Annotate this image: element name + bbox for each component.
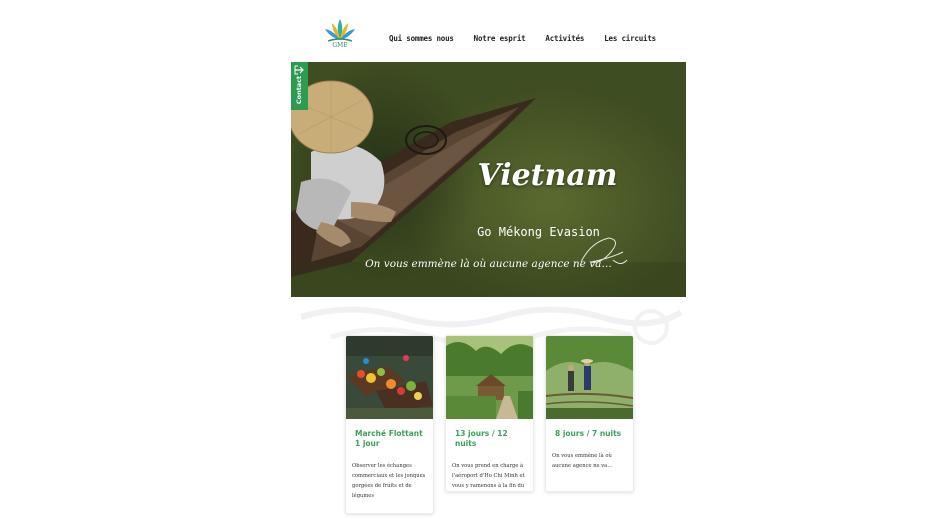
- lotus-logo-icon: [325, 19, 355, 42]
- hero-title: Vietnam: [477, 158, 618, 193]
- circuit-cards: Marché Flottant 1 jour Observer les écha…: [345, 335, 634, 515]
- card-13-jours[interactable]: 13 jours / 12 nuits On vous prend en cha…: [445, 335, 534, 492]
- card-8-jours[interactable]: 8 jours / 7 nuits On vous emmène là où a…: [545, 335, 634, 492]
- nav-item-notre-esprit[interactable]: Notre esprit: [474, 34, 526, 43]
- contact-label: Contact: [295, 75, 304, 105]
- contact-tab[interactable]: Contact: [291, 62, 308, 110]
- arrow-right-icon: [294, 65, 304, 75]
- hero-banner: Contact Vietnam Go Mékong Evasion On vou…: [291, 62, 686, 297]
- card-title: Marché Flottant 1 jour: [355, 429, 423, 448]
- card-description: Observer les échanges commerciaux et les…: [352, 463, 426, 499]
- nav-item-activites[interactable]: Activités: [545, 34, 584, 43]
- card-title: 8 jours / 7 nuits: [555, 429, 622, 438]
- logo-text: GME: [332, 42, 348, 49]
- card-title: 13 jours / 12 nuits: [455, 429, 508, 448]
- nav-item-les-circuits[interactable]: Les circuits: [604, 34, 656, 43]
- card-description: On vous emmène là où aucune agence ne va…: [552, 453, 613, 469]
- nav-item-qui-sommes-nous[interactable]: Qui sommes nous: [389, 34, 454, 43]
- hero-subtitle: Go Mékong Evasion: [477, 225, 600, 239]
- site-header: GME Qui sommes nous Notre esprit Activit…: [291, 0, 686, 62]
- village-path-photo: [446, 336, 533, 419]
- monkey-bridge-photo: [546, 336, 633, 419]
- main-nav: Qui sommes nous Notre esprit Activités L…: [389, 34, 656, 43]
- floating-market-photo: [346, 336, 433, 419]
- card-description: On vous prend en charge à l'aéroport d'H…: [452, 463, 525, 489]
- hero-tagline: On vous emmène là où aucune agence ne va…: [365, 258, 612, 270]
- page: GME Qui sommes nous Notre esprit Activit…: [0, 0, 952, 519]
- card-marche-flottant[interactable]: Marché Flottant 1 jour Observer les écha…: [345, 335, 434, 514]
- logo[interactable]: GME: [323, 18, 357, 54]
